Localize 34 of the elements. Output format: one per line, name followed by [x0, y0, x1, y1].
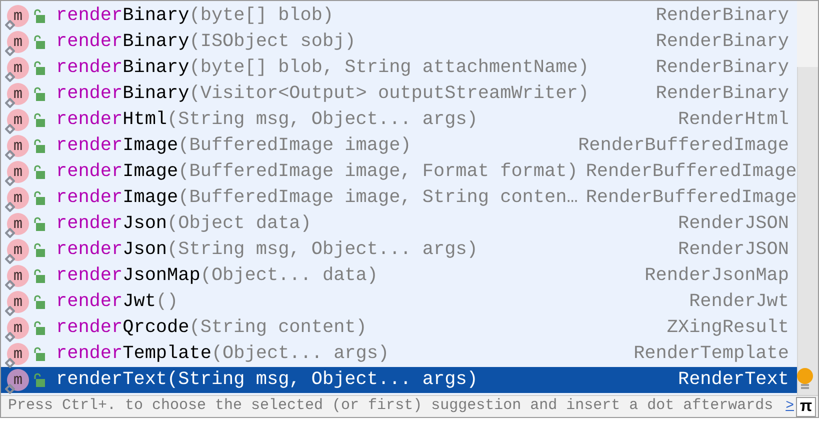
- unlock-icon: [33, 113, 45, 127]
- completion-item[interactable]: m renderJwt() RenderJwt: [1, 289, 797, 315]
- unlock-icon: [33, 87, 45, 101]
- completion-item[interactable]: m renderImage(BufferedImage image, String conten… RenderBufferedImage: [1, 185, 797, 211]
- scrollbar-thumb[interactable]: [797, 67, 818, 395]
- completion-item[interactable]: m renderBinary(byte[] blob, String attachmentName) RenderBinary: [1, 55, 797, 81]
- lightbulb-icon: [795, 367, 815, 391]
- completion-item[interactable]: m renderBinary(ISObject sobj) RenderBinary: [1, 29, 797, 55]
- completion-item[interactable]: m renderText(String msg, Object... args) RenderText: [1, 367, 797, 393]
- unlock-icon: [33, 217, 45, 231]
- completion-item[interactable]: m renderImage(BufferedImage image) RenderBufferedImage: [1, 133, 797, 159]
- unlock-icon: [33, 295, 45, 309]
- completion-item[interactable]: m renderBinary(byte[] blob) RenderBinary: [1, 3, 797, 29]
- next-tip-link[interactable]: >: [786, 396, 794, 417]
- pi-button[interactable]: π: [796, 396, 816, 416]
- unlock-icon: [33, 61, 45, 75]
- completion-item[interactable]: m renderQrcode(String content) ZXingResult: [1, 315, 797, 341]
- unlock-icon: [33, 35, 45, 49]
- unlock-icon: [33, 165, 45, 179]
- completion-item[interactable]: m renderHtml(String msg, Object... args) RenderHtml: [1, 107, 797, 133]
- unlock-icon: [33, 373, 45, 387]
- unlock-icon: [33, 243, 45, 257]
- completion-item[interactable]: m renderImage(BufferedImage image, Format format) RenderBufferedImage: [1, 159, 797, 185]
- completion-item[interactable]: m renderJson(Object data) RenderJSON: [1, 211, 797, 237]
- unlock-icon: [33, 321, 45, 335]
- completion-item[interactable]: m renderJson(String msg, Object... args) RenderJSON: [1, 237, 797, 263]
- unlock-icon: [33, 139, 45, 153]
- completion-item[interactable]: m renderJsonMap(Object... data) RenderJsonMap: [1, 263, 797, 289]
- unlock-icon: [33, 347, 45, 361]
- completion-item[interactable]: m renderBinary(Visitor<Output> outputStreamWriter) RenderBinary: [1, 81, 797, 107]
- unlock-icon: [33, 9, 45, 23]
- unlock-icon: [33, 191, 45, 205]
- unlock-icon: [33, 269, 45, 283]
- hint-text: Press Ctrl+. to choose the selected (or first) suggestion and insert a dot afterwards: [8, 396, 774, 416]
